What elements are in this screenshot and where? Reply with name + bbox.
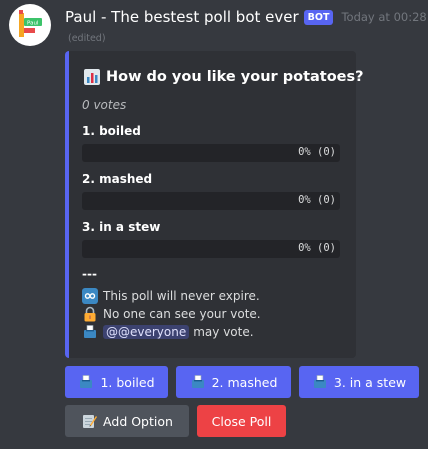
vote-mashed-button[interactable]: 2. mashed: [176, 366, 291, 398]
ballot-box-icon: [191, 375, 204, 388]
option-result-1: 0% (0): [298, 146, 336, 158]
ballot-box-icon: [313, 375, 326, 388]
vote-boiled-label: 1. boiled: [100, 374, 155, 390]
vote-mashed-label: 2. mashed: [211, 374, 278, 390]
message-header: Paul - The bestest poll bot ever BOT Tod…: [65, 6, 427, 28]
option-label-2: 2. mashed: [82, 172, 153, 186]
lock-icon: [84, 306, 96, 322]
author-name[interactable]: Paul - The bestest poll bot ever: [65, 8, 299, 26]
paul-logo-icon: Paul: [19, 10, 42, 37]
may-vote-text: may vote.: [193, 325, 254, 339]
add-option-button[interactable]: Add Option: [65, 405, 189, 437]
ballot-box-icon: [80, 375, 93, 388]
vote-boiled-button[interactable]: 1. boiled: [65, 366, 168, 398]
divider-text: ---: [82, 267, 97, 281]
option-result-3: 0% (0): [298, 242, 336, 254]
bar-chart-icon: [84, 69, 100, 85]
close-poll-label: Close Poll: [211, 413, 272, 429]
poll-embed: How do you like your potatoes? 0 votes 1…: [65, 51, 364, 358]
vote-stew-label: 3. in a stew: [333, 374, 407, 390]
bot-badge: BOT: [303, 9, 334, 25]
visibility-text: No one can see your vote.: [103, 307, 261, 321]
timestamp[interactable]: Today at 00:28: [341, 10, 426, 24]
visibility-line: No one can see your vote.: [82, 306, 261, 322]
option-bar-2: 0% (0): [82, 192, 340, 210]
option-bar-1: 0% (0): [82, 144, 340, 162]
option-bar-3: 0% (0): [82, 240, 340, 258]
add-option-label: Add Option: [103, 413, 173, 429]
infinity-icon: [82, 288, 98, 304]
close-poll-button[interactable]: Close Poll: [197, 405, 286, 437]
option-label-1: 1. boiled: [82, 124, 141, 138]
vote-stew-button[interactable]: 3. in a stew: [299, 366, 419, 398]
poll-title: How do you like your potatoes?: [106, 69, 364, 85]
avatar-text: Paul: [27, 21, 39, 27]
voters-line: @@everyone may vote.: [82, 324, 254, 340]
ballot-box-icon: [84, 325, 96, 338]
edited-label: (edited): [68, 33, 106, 44]
option-result-2: 0% (0): [298, 194, 336, 206]
everyone-mention[interactable]: @@everyone: [103, 325, 190, 339]
avatar[interactable]: Paul: [9, 4, 51, 46]
option-label-3: 3. in a stew: [82, 220, 161, 234]
expiry-line: This poll will never expire.: [82, 288, 260, 304]
expiry-text: This poll will never expire.: [103, 289, 260, 303]
memo-icon: [83, 415, 98, 428]
poll-title-row: How do you like your potatoes?: [84, 69, 364, 85]
vote-count: 0 votes: [82, 98, 127, 112]
